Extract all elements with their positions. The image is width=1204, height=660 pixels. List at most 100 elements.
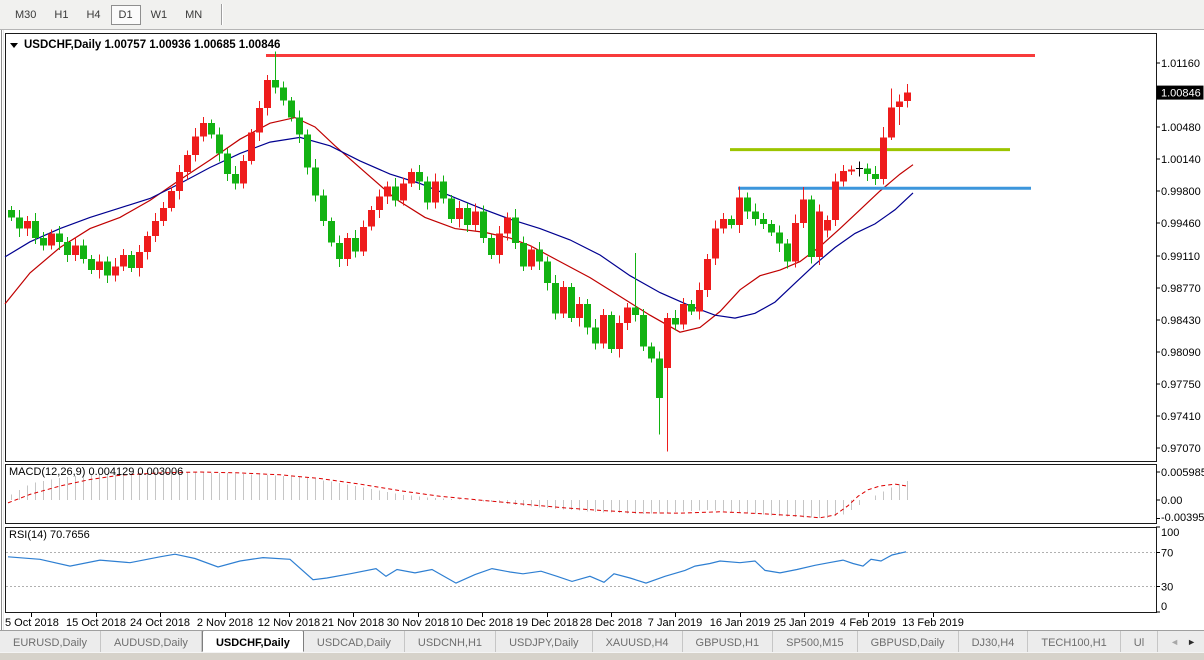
candle-body (288, 100, 295, 118)
chart-tab-gbpusd-daily[interactable]: GBPUSD,Daily (858, 631, 959, 652)
chart-tab-audusd-daily[interactable]: AUDUSD,Daily (101, 631, 202, 652)
date-label: 15 Oct 2018 (66, 617, 126, 629)
candle-body (208, 123, 215, 135)
chart-tab-bar: EURUSD,Daily AUDUSD,Daily USDCHF,Daily USDC… (0, 630, 1204, 652)
chart-tab-gbpusd-h1[interactable]: GBPUSD,H1 (683, 631, 774, 652)
chart-tab-tech100-h1[interactable]: TECH100,H1 (1028, 631, 1121, 652)
candle-body (344, 238, 351, 259)
chart-canvas[interactable]: 1.01160 1.00480 1.00140 0.99800 0.99460 0.991… (0, 30, 1204, 630)
timeframe-button-h4[interactable]: H4 (78, 5, 108, 25)
candle-body (816, 211, 823, 257)
candle-body (472, 211, 479, 225)
candle-body (552, 283, 559, 314)
candle-body (304, 134, 311, 168)
chart-tab-usdchf-daily[interactable]: USDCHF,Daily (201, 631, 304, 652)
timeframe-button-m30[interactable]: M30 (7, 5, 44, 25)
candle-body (152, 221, 159, 237)
candle-body (272, 80, 279, 88)
candle-body (896, 101, 903, 108)
candle-body (96, 261, 103, 271)
candle-body (800, 199, 807, 223)
date-label: 10 Dec 2018 (451, 617, 513, 629)
candle-body (600, 315, 607, 344)
candle-body (48, 233, 55, 246)
price-tick-label: 0.97410 (1161, 411, 1201, 423)
candle-body (376, 196, 383, 210)
candle-body (120, 255, 127, 267)
candle-body (784, 243, 791, 262)
chart-tab-ul[interactable]: Ul (1121, 631, 1159, 652)
candle-body (536, 249, 543, 262)
candle-body (360, 226, 367, 252)
price-tick-label: 0.99800 (1161, 186, 1201, 198)
chart-tab-usdcnh-h1[interactable]: USDCNH,H1 (405, 631, 497, 652)
chart-tab-sp500-m15[interactable]: SP500,M15 (773, 631, 858, 652)
timeframe-button-w1[interactable]: W1 (143, 5, 176, 25)
date-label: 21 Nov 2018 (322, 617, 384, 629)
candle-body (880, 137, 887, 179)
candle-body (408, 172, 415, 184)
candle-body (504, 217, 511, 234)
candle-body (336, 242, 343, 259)
candle-body (464, 207, 471, 225)
candle-body (40, 238, 47, 246)
timeframe-button-d1[interactable]: D1 (110, 4, 141, 25)
candle-body (56, 233, 63, 242)
date-label: 30 Nov 2018 (387, 617, 449, 629)
candle-body (448, 198, 455, 220)
price-tick-label: 1.01160 (1161, 58, 1200, 70)
candle-body (864, 168, 871, 174)
candle-body (688, 303, 695, 312)
toolbar-separator (221, 4, 224, 25)
candle-body (416, 172, 423, 182)
chart-tab-xauusd-h4[interactable]: XAUUSD,H4 (593, 631, 683, 652)
candle-body (168, 191, 175, 208)
candle-body (176, 172, 183, 191)
candle-body (648, 346, 655, 359)
tab-scroll-right-icon[interactable]: ► (1187, 637, 1196, 647)
candle-body (88, 258, 95, 271)
candle-body (824, 220, 831, 231)
candle-body (296, 117, 303, 135)
chart-tab-dj30-h4[interactable]: DJ30,H4 (959, 631, 1029, 652)
candle-body (248, 132, 255, 161)
mt4-window: M30 H1 H4 D1 W1 MN 1.01160 1.00480 1.00140 0.998… (0, 0, 1204, 660)
candle-body (224, 153, 231, 175)
candle-body (760, 219, 767, 224)
macd-axis-label: 0.00 (1161, 495, 1182, 507)
chart-title: USDCHF,Daily 1.00757 1.00936 1.00685 1.0… (24, 39, 280, 51)
rsi-axis-label: 30 (1161, 582, 1173, 594)
candle-body (232, 174, 239, 184)
candle-body (8, 209, 15, 218)
chart-tab-eurusd-daily[interactable]: EURUSD,Daily (0, 631, 101, 652)
candle-body (744, 197, 751, 212)
timeframe-button-mn[interactable]: MN (177, 5, 210, 25)
candle-body (352, 238, 359, 252)
chart-tab-usdjpy-daily[interactable]: USDJPY,Daily (496, 631, 593, 652)
date-label: 4 Feb 2019 (840, 617, 896, 629)
candle-body (632, 307, 639, 316)
candle-body (80, 245, 87, 259)
window-bottom-strip (0, 652, 1204, 660)
timeframe-button-h1[interactable]: H1 (46, 5, 76, 25)
candle-body (656, 358, 663, 398)
candle-body (136, 252, 143, 269)
candle-body (768, 223, 775, 233)
price-tick-label: 0.98430 (1161, 315, 1201, 327)
rsi-axis-label: 70 (1161, 548, 1173, 560)
macd-label: MACD(12,26,9) 0.004129 0.003006 (9, 466, 183, 478)
candle-body (112, 266, 119, 276)
tab-scroll-left-icon[interactable]: ◄ (1170, 637, 1179, 647)
candle-body (456, 207, 463, 220)
candle-body (312, 167, 319, 196)
candle-body (520, 242, 527, 267)
candle-body (440, 181, 447, 199)
date-label: 7 Jan 2019 (648, 617, 702, 629)
candle-body (280, 87, 287, 101)
candle-body (704, 258, 711, 290)
candle-body (640, 315, 647, 347)
candle-body (672, 318, 679, 325)
candle-body (664, 318, 671, 368)
chart-tab-usdcad-daily[interactable]: USDCAD,Daily (304, 631, 405, 652)
candle-body (400, 183, 407, 201)
